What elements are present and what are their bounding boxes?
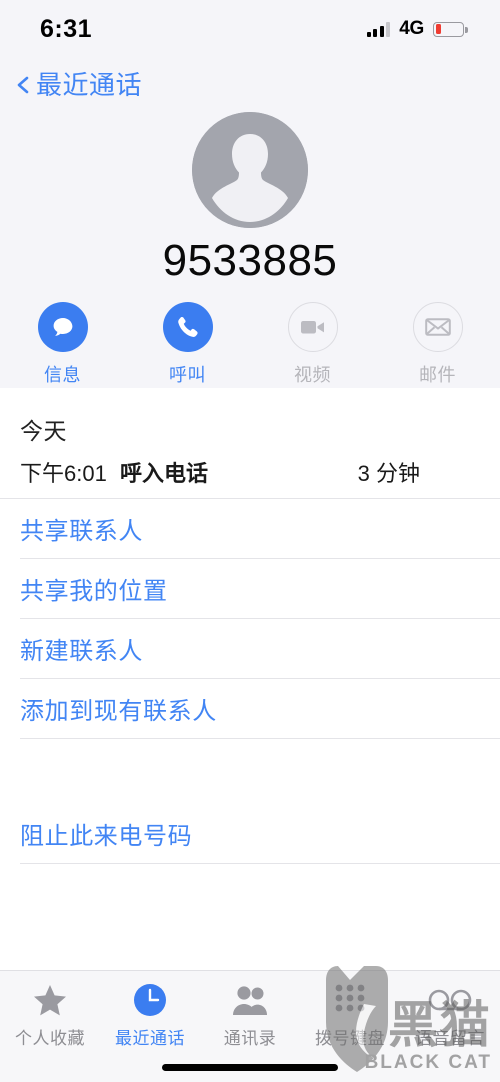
- mail-button-circle: [412, 302, 463, 352]
- action-message-button[interactable]: 信息: [0, 302, 125, 387]
- call-history-row[interactable]: 下午6:01 呼入电话 3 分钟: [0, 446, 500, 498]
- call-button-circle: [162, 302, 213, 352]
- tab-contacts-label: 通讯录: [223, 1029, 277, 1048]
- list-item-block-caller[interactable]: 阻止此来电号码: [0, 804, 500, 863]
- action-mail-label: 邮件: [419, 365, 456, 385]
- call-history-section: 今天 下午6:01 呼入电话 3 分钟 共享联系人 共享我的位置 新建联系人 添…: [0, 388, 500, 864]
- chevron-left-icon: [17, 76, 29, 94]
- status-bar-indicators: 4G: [366, 18, 468, 40]
- message-button-circle: [37, 302, 88, 352]
- list-group-spacer: [0, 739, 500, 804]
- message-bubble-icon: [53, 318, 72, 336]
- person-placeholder-icon: [192, 112, 308, 228]
- network-type-label: 4G: [399, 18, 424, 39]
- voicemail-icon: [428, 983, 472, 1017]
- status-bar-time: 6:31: [40, 14, 93, 43]
- tab-voicemail[interactable]: 语音留言: [400, 971, 500, 1082]
- call-duration: 3 分钟: [357, 461, 420, 486]
- tab-favorites[interactable]: 个人收藏: [0, 971, 100, 1082]
- back-button-label: 最近通话: [36, 70, 143, 100]
- signal-bars-icon: [366, 21, 391, 37]
- action-mail-button[interactable]: 邮件: [375, 302, 500, 387]
- call-time: 下午6:01: [20, 461, 107, 486]
- dial-keypad-icon: [334, 983, 366, 1017]
- history-day-header: 今天: [20, 418, 67, 444]
- envelope-icon: [424, 318, 451, 336]
- contact-phone-number: 9533885: [162, 236, 338, 285]
- star-icon: [33, 983, 67, 1017]
- action-video-label: 视频: [294, 365, 331, 385]
- action-message-label: 信息: [44, 365, 81, 385]
- action-call-button[interactable]: 呼叫: [125, 302, 250, 387]
- list-item-share-my-location[interactable]: 共享我的位置: [0, 559, 500, 618]
- action-call-label: 呼叫: [169, 365, 206, 385]
- call-type: 呼入电话: [120, 461, 209, 486]
- tab-keypad-label: 拨号键盘: [315, 1029, 385, 1048]
- list-item-create-new-contact[interactable]: 新建联系人: [0, 619, 500, 678]
- avatar: [192, 112, 308, 228]
- list-item-share-contact[interactable]: 共享联系人: [0, 499, 500, 558]
- tab-recents-label: 最近通话: [115, 1029, 185, 1048]
- block-actions-list: 阻止此来电号码: [0, 804, 500, 864]
- tab-bar: 个人收藏 最近通话 通讯录 拨号键盘 语音留言: [0, 970, 500, 1082]
- contact-action-buttons: 信息 呼叫 视频 邮件: [0, 302, 500, 387]
- action-video-button[interactable]: 视频: [250, 302, 375, 387]
- divider: [20, 863, 500, 864]
- phone-screen: 6:31 4G 最近通话 9533885 信息 呼叫 视频 邮件 今天 下午6:…: [0, 0, 500, 1082]
- video-button-circle: [287, 302, 338, 352]
- phone-handset-icon: [177, 317, 198, 337]
- status-bar: 6:31 4G: [0, 0, 500, 58]
- home-indicator: [162, 1064, 338, 1071]
- contact-actions-list: 共享联系人 共享我的位置 新建联系人 添加到现有联系人: [0, 499, 500, 739]
- video-camera-icon: [300, 321, 324, 334]
- contact-header: 最近通话 9533885 信息 呼叫 视频 邮件: [0, 58, 500, 388]
- tab-favorites-label: 个人收藏: [15, 1029, 85, 1048]
- tab-voicemail-label: 语音留言: [415, 1029, 485, 1048]
- contacts-people-icon: [231, 983, 269, 1017]
- battery-low-icon: [433, 21, 468, 37]
- list-item-add-to-existing-contact[interactable]: 添加到现有联系人: [0, 679, 500, 738]
- battery-fill: [435, 24, 442, 34]
- clock-icon: [133, 983, 167, 1017]
- back-button[interactable]: 最近通话: [14, 72, 142, 98]
